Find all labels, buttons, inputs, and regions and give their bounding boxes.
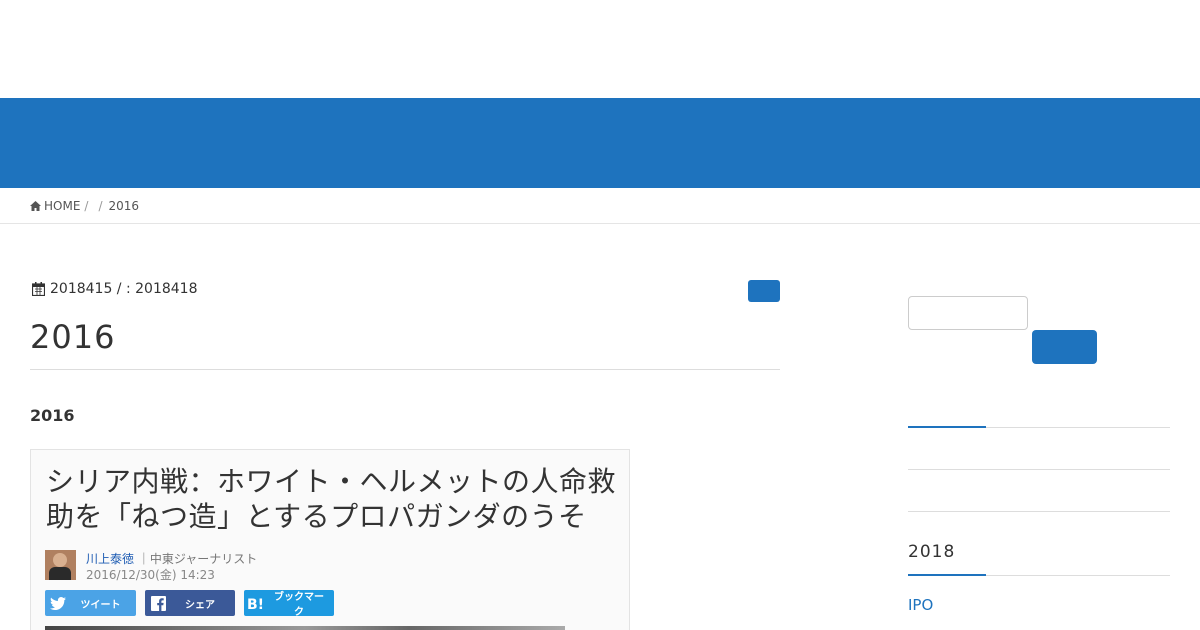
svg-text:B!: B! bbox=[247, 597, 264, 610]
embed-author: 川上泰徳 ｜中東ジャーナリスト bbox=[86, 550, 257, 567]
hatena-icon: B! bbox=[247, 597, 264, 610]
author-role: ｜中東ジャーナリスト bbox=[137, 552, 258, 566]
post-meta: 2018415 / : 2018418 bbox=[32, 281, 198, 297]
tweet-button: ツイート bbox=[45, 590, 136, 616]
sidebar-divider bbox=[908, 511, 1170, 512]
breadcrumb-separator: / bbox=[84, 198, 89, 213]
sidebar-accent bbox=[908, 426, 986, 428]
sidebar-link-ipo[interactable]: IPO bbox=[908, 596, 933, 614]
site-banner bbox=[0, 98, 1200, 188]
twitter-icon bbox=[50, 596, 66, 610]
sidebar-archive-title: 2018 bbox=[908, 542, 956, 562]
hatena-bookmark-label: ブックマーク bbox=[274, 592, 324, 618]
hatena-bookmark-button: B! ブックマーク bbox=[244, 590, 334, 618]
breadcrumb-separator: / bbox=[98, 198, 103, 213]
main-content: 2018415 / : 2018418 2016 2016 シリア内戦：ホワイト… bbox=[0, 224, 1200, 630]
page-title: 2016 bbox=[30, 318, 116, 356]
site-header bbox=[0, 0, 1200, 98]
embed-date: 2016/12/30(金) 14:23 bbox=[86, 568, 215, 582]
author-name: 川上泰徳 bbox=[86, 552, 135, 566]
post-subheading: 2016 bbox=[30, 406, 75, 425]
sidebar-divider bbox=[908, 469, 1170, 470]
tweet-label: ツイート bbox=[80, 599, 121, 611]
avatar bbox=[45, 550, 76, 580]
search-input[interactable] bbox=[908, 296, 1028, 330]
breadcrumb: HOME / / 2016 bbox=[0, 188, 1200, 224]
facebook-icon bbox=[150, 595, 166, 611]
facebook-share-label: シェア bbox=[185, 599, 215, 611]
home-icon bbox=[30, 200, 41, 211]
search-button[interactable] bbox=[1032, 330, 1097, 364]
sidebar-accent bbox=[908, 574, 986, 576]
category-badge[interactable] bbox=[748, 280, 780, 302]
breadcrumb-home-link[interactable]: HOME bbox=[30, 199, 80, 213]
breadcrumb-current: 2016 bbox=[108, 198, 140, 213]
calendar-icon bbox=[32, 282, 45, 296]
post-dates: 2018415 / : 2018418 bbox=[50, 281, 198, 297]
title-divider bbox=[30, 369, 780, 370]
facebook-share-button: シェア bbox=[145, 590, 235, 616]
breadcrumb-home-label: HOME bbox=[44, 198, 81, 213]
embed-photo bbox=[45, 626, 565, 630]
embed-headline: シリア内戦：ホワイト・ヘルメットの人命救助を「ねつ造」とするプロパガンダのうそ bbox=[46, 465, 617, 533]
embedded-article-image: シリア内戦：ホワイト・ヘルメットの人命救助を「ねつ造」とするプロパガンダのうそ … bbox=[30, 449, 630, 630]
